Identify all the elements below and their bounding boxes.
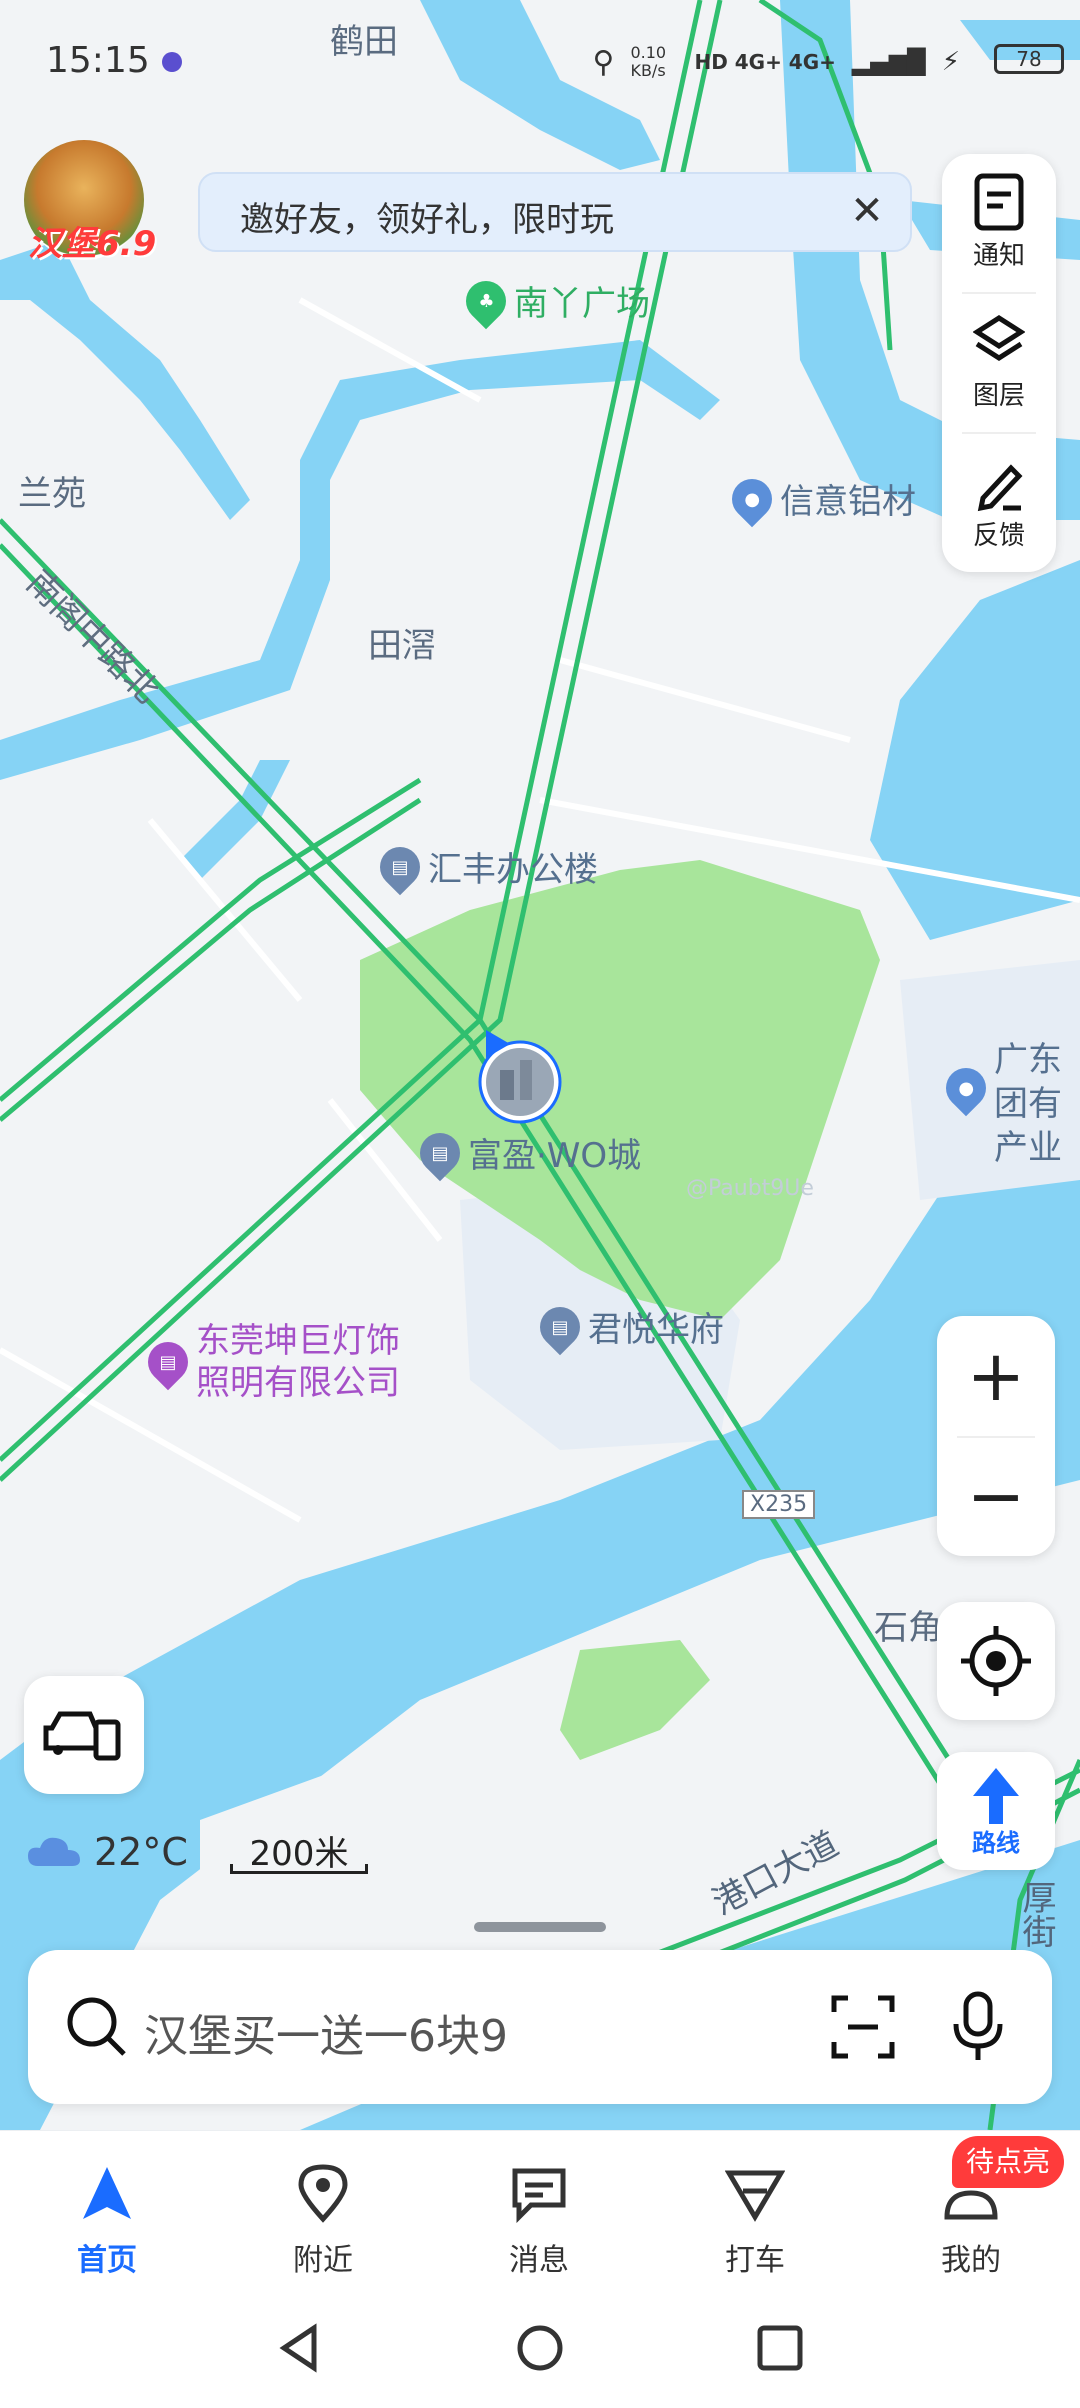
building-pin-icon: ▤ — [531, 1298, 589, 1355]
search-bar[interactable]: 汉堡买一送一6块9 — [28, 1950, 1052, 2104]
navigation-arrow-icon — [83, 2167, 131, 2219]
poi-fuying[interactable]: ▤ 富盈·WO城 — [411, 1124, 642, 1181]
layers-label: 图层 — [972, 381, 1025, 411]
edit-icon — [977, 464, 1023, 512]
layers-button[interactable]: 图层 — [942, 294, 1056, 424]
signal-label: HD 4G+ 4G+ — [694, 50, 836, 74]
map-label-lanyuan: 兰苑 — [18, 474, 86, 514]
watermark: @Paubt9Ue — [686, 1176, 814, 1201]
location-pin-icon — [298, 2164, 348, 2223]
poi-huifeng[interactable]: ▤ 汇丰办公楼 — [371, 838, 598, 895]
location-icon: ⚲ — [592, 44, 615, 80]
notification-icon — [974, 173, 1024, 231]
route-label: 路线 — [972, 1829, 1020, 1857]
net-speed: 0.10 KB/s — [630, 43, 667, 80]
search-placeholder: 汉堡买一送一6块9 — [144, 2011, 508, 2062]
map-label-shijiao: 石角 — [874, 1608, 942, 1648]
tab-taxi[interactable]: 打车 — [680, 2155, 830, 2285]
park-pin-icon: ♣ — [457, 272, 515, 329]
search-icon — [67, 1997, 126, 2056]
tab-messages[interactable]: 消息 — [464, 2155, 614, 2285]
poi-xinyi[interactable]: ● 信意铝材 — [723, 470, 916, 527]
status-indicators: ⚲ 0.10 KB/s HD 4G+ 4G+ ▂▄▆█ ⚡ — [592, 44, 960, 80]
feedback-label: 反馈 — [972, 521, 1025, 551]
microphone-icon[interactable] — [948, 1990, 1008, 2064]
building-pin-icon: ▤ — [411, 1124, 469, 1181]
tab-nearby[interactable]: 附近 — [248, 2155, 398, 2285]
home-icon[interactable] — [512, 2320, 568, 2376]
map-scale: 200米 — [230, 1826, 368, 1876]
charging-icon: ⚡ — [941, 47, 960, 77]
zoom-out-button[interactable]: − — [937, 1436, 1055, 1556]
tab-mine-label: 我的 — [941, 2243, 1001, 2278]
location-pin-icon: ● — [937, 1059, 995, 1117]
poi-nanya-plaza[interactable]: ♣ 南丫广场 — [457, 272, 650, 329]
car-phone-icon — [43, 1711, 121, 1761]
drag-handle[interactable] — [474, 1922, 606, 1932]
poi-label: 广东 团有 产业 — [994, 1040, 1062, 1168]
signal-icon: ▂▄▆█ — [851, 48, 926, 76]
notify-label: 通知 — [972, 241, 1025, 271]
poi-label: 汇丰办公楼 — [428, 850, 598, 890]
weather-widget[interactable]: 22°C — [26, 1830, 188, 1874]
poi-junyue[interactable]: ▤ 君悦华府 — [531, 1298, 724, 1355]
battery-icon: 78 — [994, 44, 1064, 74]
poi-dongguan-lighting[interactable]: ▤ 东莞坤巨灯饰 照明有限公司 — [139, 1320, 400, 1404]
back-icon[interactable] — [272, 2320, 328, 2376]
road-label-x235: X235 — [742, 1490, 816, 1519]
poi-label: 信意铝材 — [780, 482, 916, 522]
zoom-in-button[interactable]: + — [937, 1316, 1055, 1436]
poi-label: 东莞坤巨灯饰 照明有限公司 — [196, 1321, 400, 1403]
promo-label: 汉堡6.9 — [28, 224, 157, 264]
tab-home-label: 首页 — [77, 2243, 137, 2278]
poi-guangdong[interactable]: ● 广东 团有 产业 — [937, 1038, 1062, 1170]
company-pin-icon: ▤ — [139, 1333, 197, 1391]
app-indicator-icon — [162, 52, 182, 72]
road-label-housie: 厚街 — [1016, 1880, 1056, 1948]
notify-button[interactable]: 通知 — [942, 154, 1056, 284]
tab-home[interactable]: 首页 — [32, 2155, 182, 2285]
poi-label: 南丫广场 — [514, 284, 650, 324]
battery-level: 78 — [1016, 47, 1042, 71]
invite-banner[interactable]: 邀好友，领好礼，限时玩 ✕ — [198, 172, 912, 252]
scan-icon[interactable] — [828, 1992, 898, 2062]
cloud-icon — [28, 1837, 80, 1866]
system-nav-bar — [0, 2300, 1080, 2408]
message-icon — [512, 2168, 566, 2223]
office-pin-icon: ▤ — [371, 838, 429, 895]
locate-button[interactable] — [937, 1602, 1055, 1720]
poi-label: 富盈·WO城 — [468, 1136, 642, 1176]
tab-nearby-label: 附近 — [293, 2243, 353, 2278]
drive-mode-button[interactable] — [24, 1676, 144, 1794]
recents-icon[interactable] — [752, 2320, 808, 2376]
poi-label: 君悦华府 — [588, 1310, 724, 1350]
route-button[interactable]: 路线 — [937, 1752, 1055, 1870]
close-icon[interactable]: ✕ — [842, 186, 892, 236]
banner-text: 邀好友，领好礼，限时玩 — [240, 200, 614, 240]
location-pin-icon: ● — [723, 470, 781, 527]
zoom-control: + − — [937, 1316, 1055, 1556]
layers-icon — [973, 315, 1025, 361]
tab-messages-label: 消息 — [509, 2243, 569, 2278]
feedback-button[interactable]: 反馈 — [942, 434, 1056, 564]
map-label-tianxi: 田滘 — [368, 626, 436, 666]
locate-icon — [961, 1626, 1031, 1696]
map-tools-panel: 通知 图层 反馈 — [942, 154, 1056, 572]
mine-badge: 待点亮 — [952, 2136, 1065, 2188]
taxi-icon — [725, 2170, 785, 2222]
tab-taxi-label: 打车 — [725, 2243, 785, 2278]
status-bar: 15:15 ⚲ 0.10 KB/s HD 4G+ 4G+ ▂▄▆█ ⚡ 78 — [0, 0, 1080, 120]
scale-bar — [230, 1864, 368, 1874]
temperature: 22°C — [94, 1830, 188, 1874]
bottom-tab-bar: 首页 附近 消息 打车 我的 — [0, 2130, 1080, 2301]
status-time: 15:15 — [46, 40, 150, 81]
